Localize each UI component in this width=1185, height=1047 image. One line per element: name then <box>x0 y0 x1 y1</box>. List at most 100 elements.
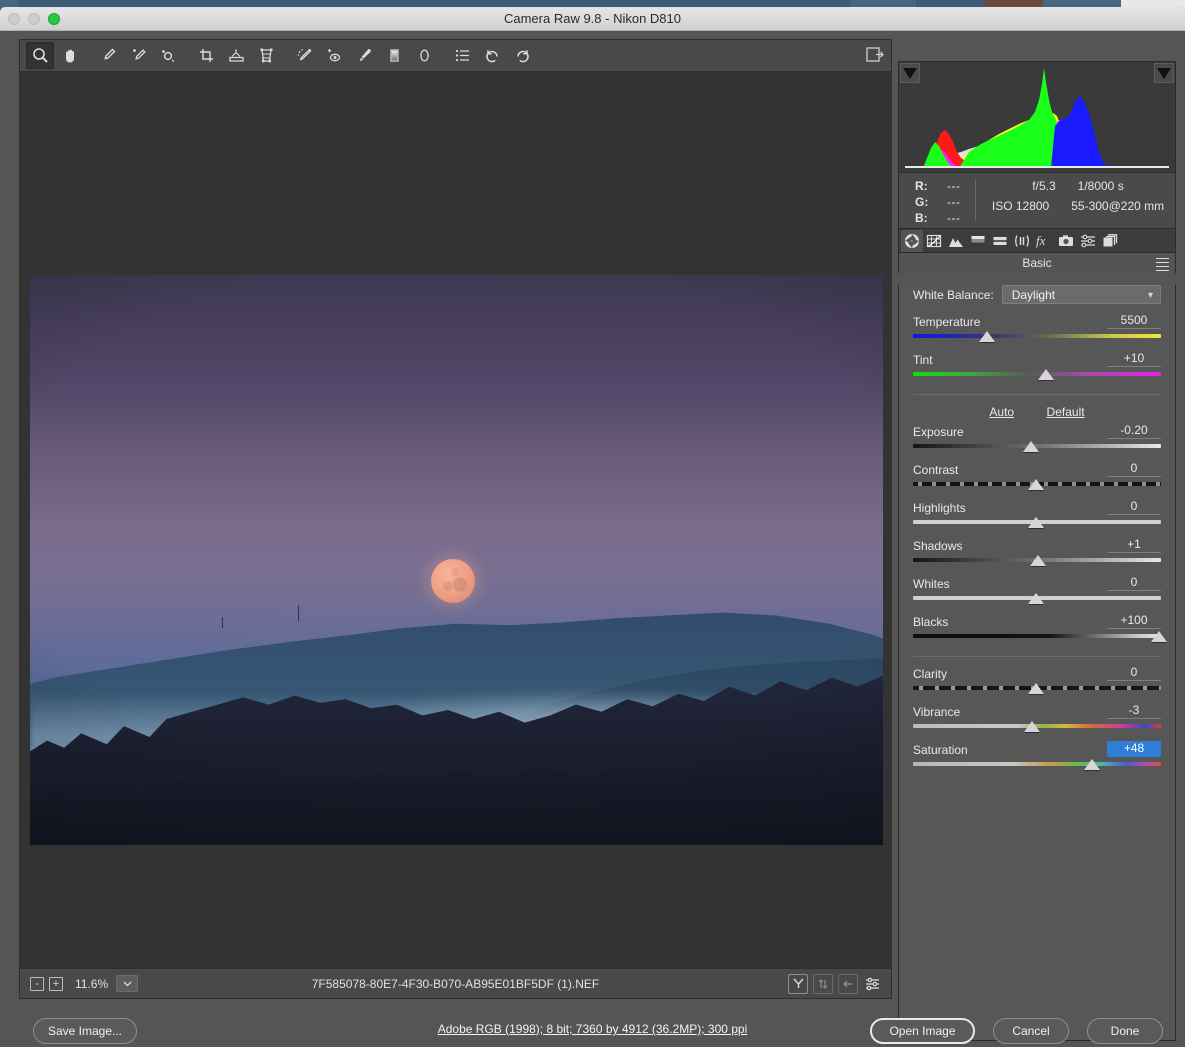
straighten-tool[interactable] <box>222 42 250 69</box>
highlight-clipping-warning-icon[interactable] <box>1154 63 1174 83</box>
image-canvas[interactable] <box>19 72 892 968</box>
slider-saturation[interactable]: Saturation +48 <box>913 741 1161 770</box>
tab-snapshots[interactable] <box>1099 230 1121 252</box>
slider-value-exposure[interactable]: -0.20 <box>1107 423 1161 439</box>
copy-current-to-before-button[interactable] <box>838 973 858 994</box>
slider-label-vibrance: Vibrance <box>913 705 961 719</box>
cancel-button[interactable]: Cancel <box>993 1018 1069 1044</box>
tab-detail[interactable] <box>945 230 967 252</box>
rgb-value-r: --- <box>947 179 961 193</box>
zoom-tool[interactable] <box>26 42 54 69</box>
slider-knob-exposure <box>1022 441 1039 452</box>
auto-button[interactable]: Auto <box>989 405 1014 419</box>
tab-hsl-grayscale[interactable] <box>967 230 989 252</box>
tab-tone-curve[interactable] <box>923 230 945 252</box>
slider-value-whites[interactable]: 0 <box>1107 575 1161 591</box>
zoom-in-button[interactable]: + <box>49 976 63 991</box>
tab-camera-calibration[interactable] <box>1055 230 1077 252</box>
slider-highlights[interactable]: Highlights 0 <box>913 499 1161 528</box>
slider-knob-shadows <box>1030 555 1047 566</box>
split-toning-icon <box>993 236 1007 245</box>
editor-left-column: - + 11.6% 7F585078-80E7-4F30-B070-AB95E0… <box>19 39 892 1001</box>
slider-temperature[interactable]: Temperature 5500 <box>913 313 1161 342</box>
adjustment-brush-tool[interactable] <box>350 42 378 69</box>
slider-knob-tint <box>1037 369 1054 380</box>
before-after-toggle-button[interactable] <box>788 973 808 994</box>
panel-title: Basic <box>1022 256 1052 270</box>
histogram[interactable] <box>898 61 1176 173</box>
slider-value-clarity[interactable]: 0 <box>1107 665 1161 681</box>
image-status-bar: - + 11.6% 7F585078-80E7-4F30-B070-AB95E0… <box>19 968 892 999</box>
exif-readout: f/5.3 1/8000 s ISO 12800 55-300@220 mm <box>985 179 1171 213</box>
slider-blacks[interactable]: Blacks +100 <box>913 613 1167 642</box>
hsl-grayscale-icon <box>971 235 985 246</box>
crop-tool[interactable] <box>192 42 220 69</box>
tab-presets[interactable] <box>1077 230 1099 252</box>
chevron-down-icon <box>123 981 132 986</box>
exif-iso: ISO 12800 <box>991 199 1050 213</box>
red-eye-removal-tool[interactable] <box>320 42 348 69</box>
slider-value-contrast[interactable]: 0 <box>1107 461 1161 477</box>
tab-effects[interactable]: fx <box>1033 230 1055 252</box>
slider-label-blacks: Blacks <box>913 615 949 629</box>
shadow-clipping-warning-icon[interactable] <box>900 63 920 83</box>
done-button[interactable]: Done <box>1087 1018 1163 1044</box>
slider-knob-vibrance <box>1024 721 1041 732</box>
slider-knob-contrast <box>1027 479 1044 490</box>
zoom-level-dropdown[interactable] <box>116 975 139 992</box>
slider-value-tint[interactable]: +10 <box>1107 351 1161 367</box>
slider-contrast[interactable]: Contrast 0 <box>913 461 1161 490</box>
exif-shutter: 1/8000 s <box>1077 179 1124 193</box>
camera-icon <box>1059 234 1073 246</box>
targeted-adjustment-tool[interactable] <box>154 42 182 69</box>
image-vignette <box>30 275 883 845</box>
slider-label-exposure: Exposure <box>913 425 964 439</box>
slider-value-vibrance[interactable]: -3 <box>1107 703 1161 719</box>
rgb-label-b: B: <box>915 211 928 225</box>
preferences-tool[interactable] <box>448 42 476 69</box>
white-balance-tool[interactable] <box>94 42 122 69</box>
slider-clarity[interactable]: Clarity 0 <box>913 665 1161 694</box>
window-titlebar: Camera Raw 9.8 - Nikon D810 <box>0 7 1185 31</box>
rgb-row-g: G: --- <box>915 195 961 211</box>
slider-shadows[interactable]: Shadows +1 <box>913 537 1161 566</box>
graduated-filter-tool[interactable] <box>380 42 408 69</box>
rotate-ccw-tool[interactable] <box>478 42 506 69</box>
slider-value-blacks[interactable]: +100 <box>1107 613 1161 629</box>
slider-knob-clarity <box>1027 683 1044 694</box>
rotate-cw-tool[interactable] <box>508 42 536 69</box>
slider-value-highlights[interactable]: 0 <box>1107 499 1161 515</box>
transform-tool[interactable] <box>252 42 280 69</box>
color-sampler-tool[interactable] <box>124 42 152 69</box>
slider-value-shadows[interactable]: +1 <box>1107 537 1161 553</box>
slider-value-temperature[interactable]: 5500 <box>1107 313 1161 329</box>
toggle-fullscreen-button[interactable] <box>865 43 885 72</box>
slider-label-whites: Whites <box>913 577 950 591</box>
slider-tint[interactable]: Tint +10 <box>913 351 1161 380</box>
tab-split-toning[interactable] <box>989 230 1011 252</box>
zoom-out-button[interactable]: - <box>30 976 44 991</box>
slider-label-highlights: Highlights <box>913 501 966 515</box>
histogram-baseline <box>905 166 1169 168</box>
filmstrip-settings-button[interactable] <box>863 974 883 994</box>
tab-basic[interactable] <box>901 229 923 252</box>
slider-whites[interactable]: Whites 0 <box>913 575 1161 604</box>
slider-label-saturation: Saturation <box>913 743 968 757</box>
spot-removal-tool[interactable] <box>290 42 318 69</box>
default-button[interactable]: Default <box>1047 405 1085 419</box>
white-balance-value: Daylight <box>1011 287 1056 302</box>
slider-exposure[interactable]: Exposure -0.20 <box>913 423 1161 452</box>
basic-panel-body: White Balance: Daylight ▾ Temperature 55… <box>898 285 1176 1041</box>
lens-corrections-icon <box>1015 234 1029 247</box>
hand-tool[interactable] <box>56 42 84 69</box>
window-body: - + 11.6% 7F585078-80E7-4F30-B070-AB95E0… <box>0 31 1185 1047</box>
slider-vibrance[interactable]: Vibrance -3 <box>913 703 1161 732</box>
radial-filter-tool[interactable] <box>410 42 438 69</box>
panel-menu-button[interactable] <box>1156 258 1169 274</box>
swap-before-after-button[interactable] <box>813 973 833 994</box>
histogram-plot <box>921 68 1154 168</box>
slider-value-saturation[interactable]: +48 <box>1107 741 1161 757</box>
tab-lens-corrections[interactable] <box>1011 230 1033 252</box>
open-image-button[interactable]: Open Image <box>870 1018 975 1044</box>
white-balance-select[interactable]: Daylight ▾ <box>1001 285 1161 304</box>
